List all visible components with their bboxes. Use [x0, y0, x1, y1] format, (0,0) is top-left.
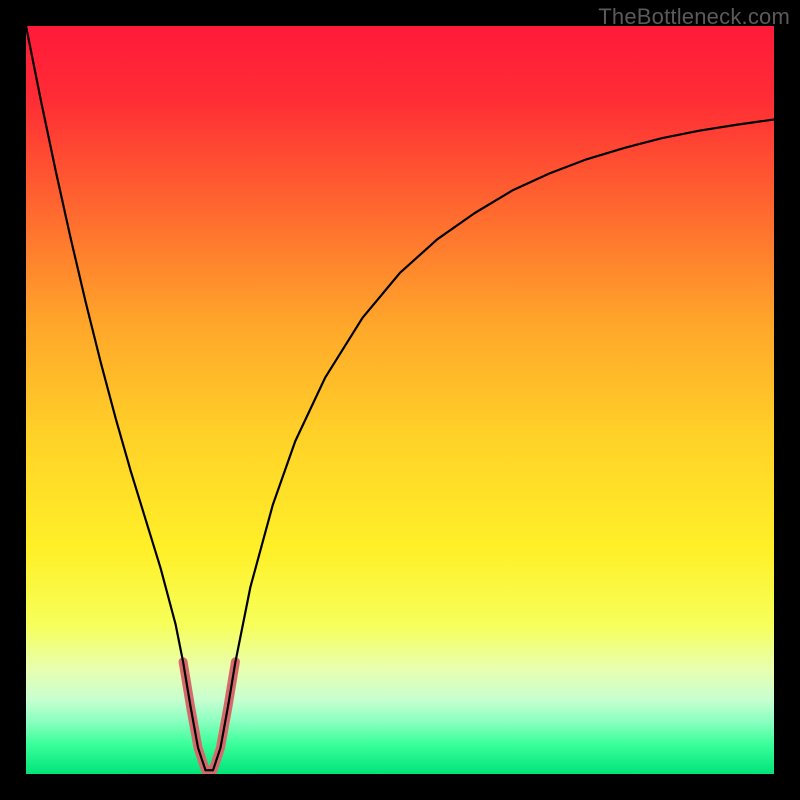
watermark-text: TheBottleneck.com: [598, 4, 790, 30]
chart-frame: TheBottleneck.com: [0, 0, 800, 800]
chart-svg: [26, 26, 774, 774]
plot-area: [26, 26, 774, 774]
